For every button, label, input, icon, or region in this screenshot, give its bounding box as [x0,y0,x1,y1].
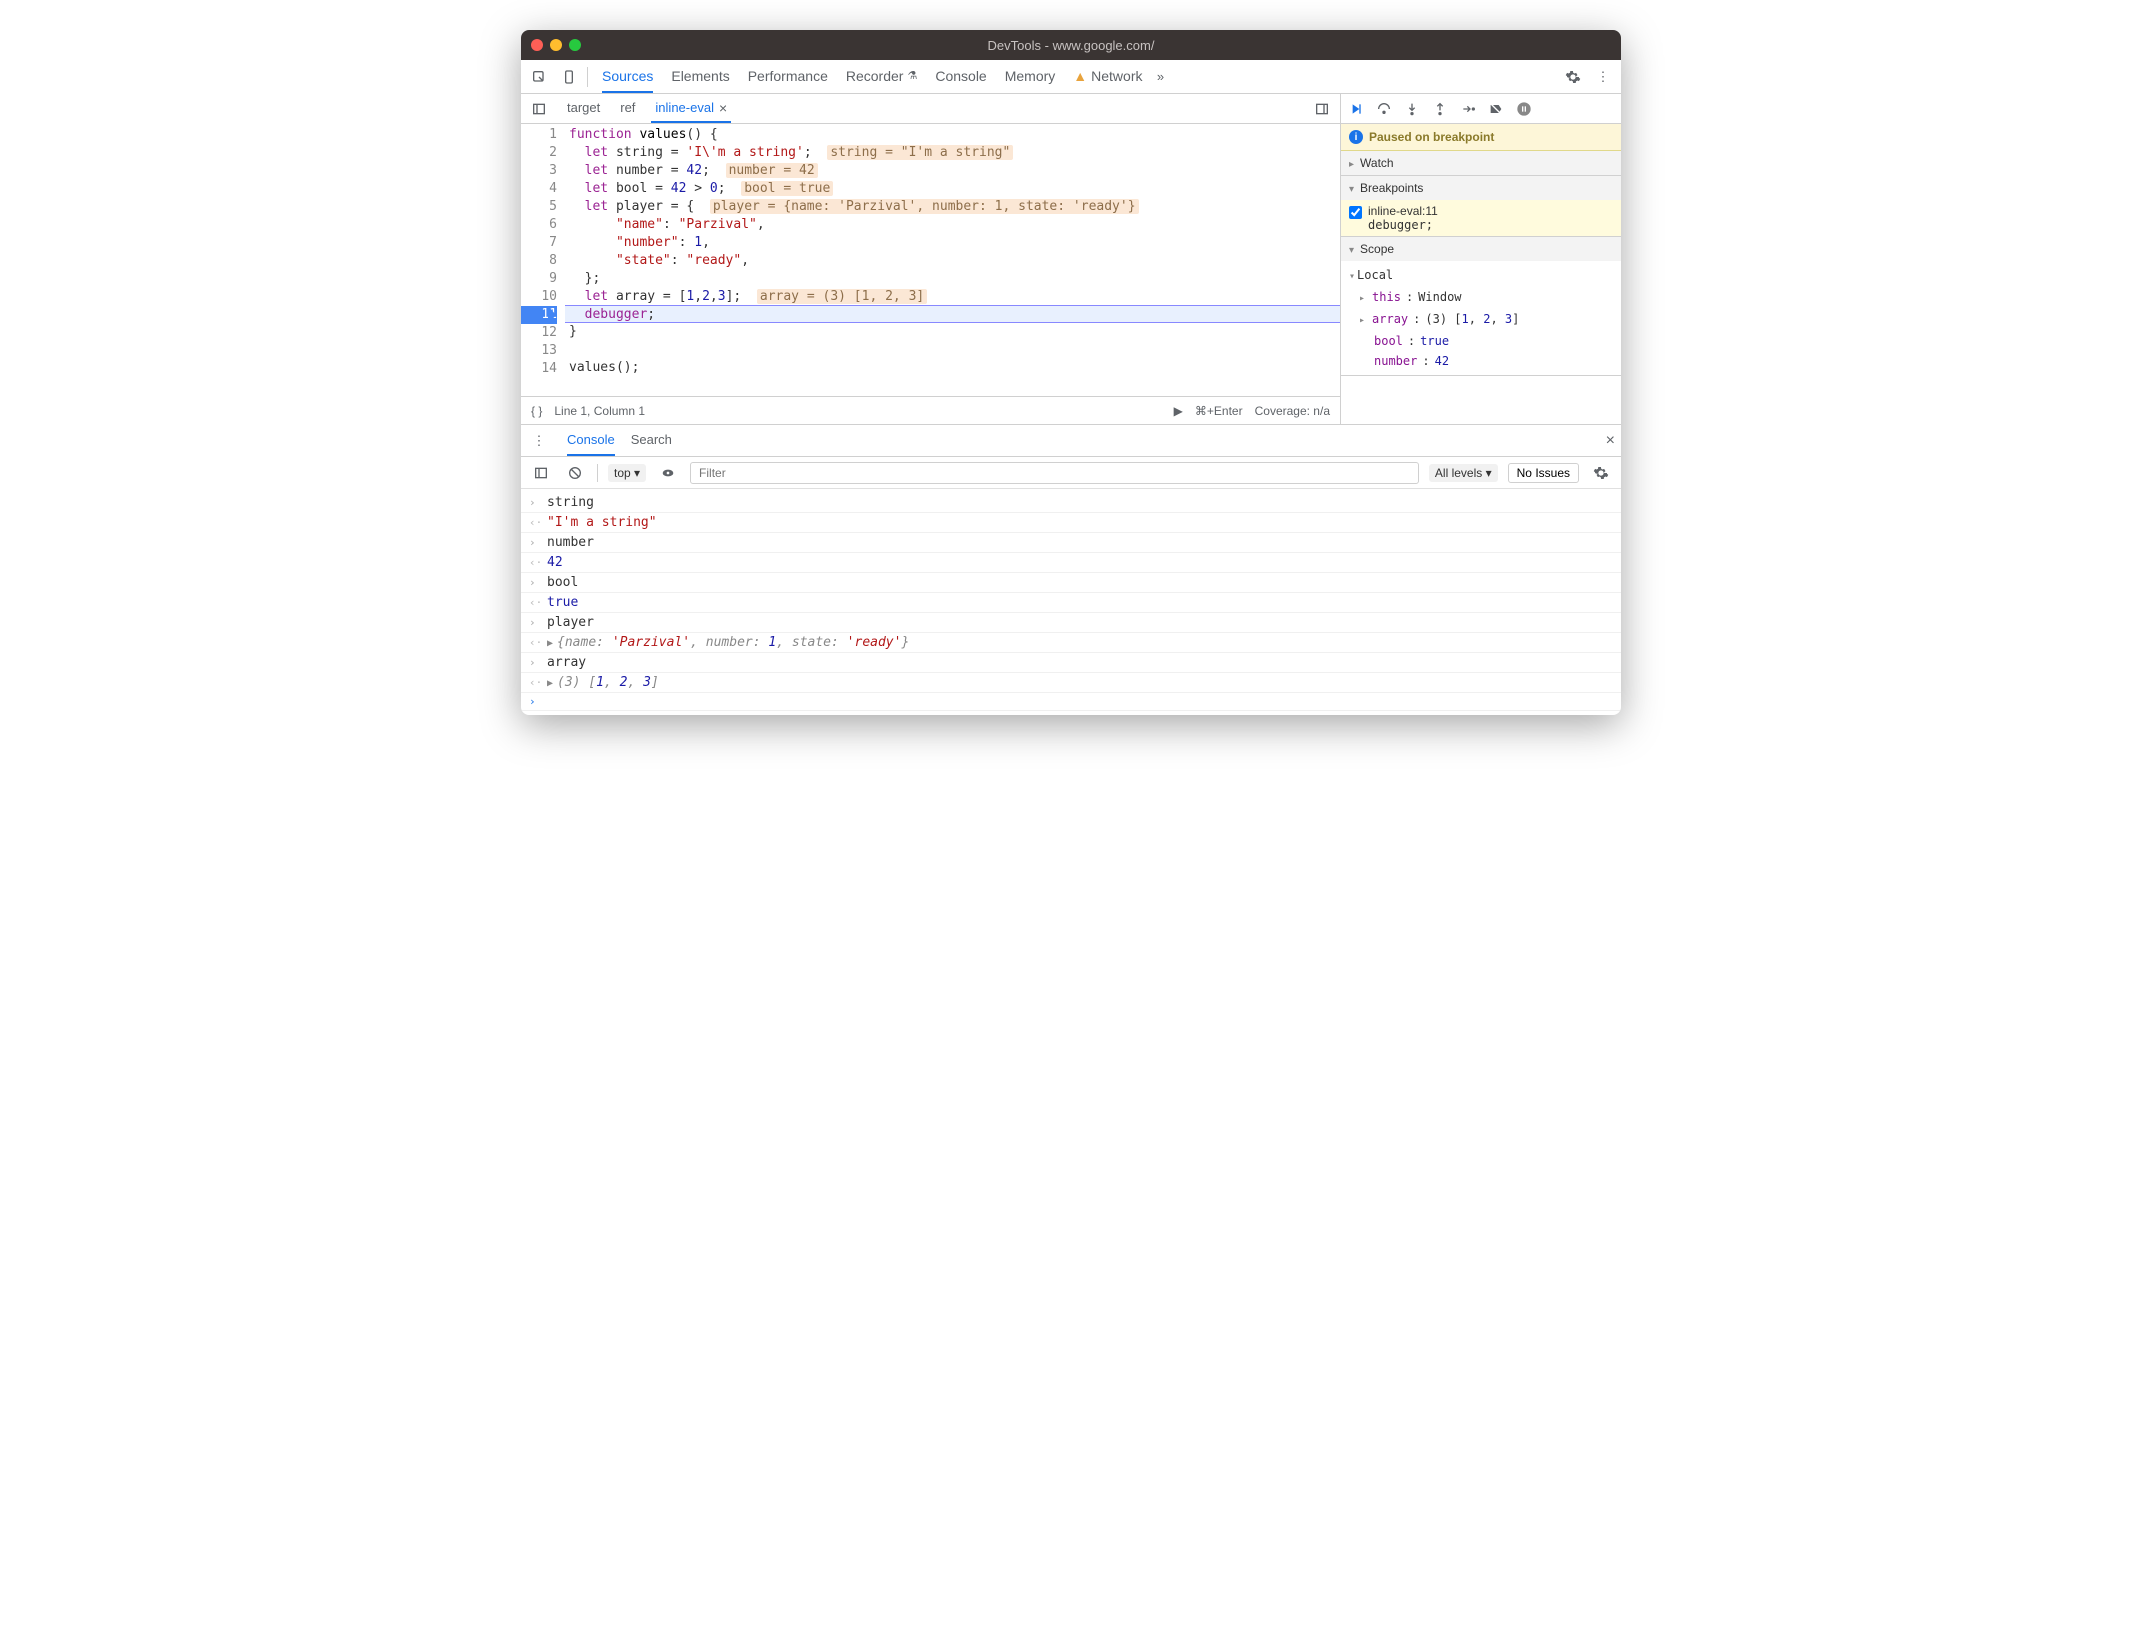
debugger-toolbar [1341,94,1621,124]
tab-network[interactable]: ▲Network [1073,60,1142,93]
tab-sources[interactable]: Sources [602,60,653,93]
context-selector[interactable]: top ▾ [608,464,646,482]
console-log[interactable]: ›string‹·"I'm a string"›number‹·42›bool‹… [521,489,1621,715]
editor-statusbar: { } Line 1, Column 1 ▶ ⌘+Enter Coverage:… [521,396,1340,424]
console-row: ‹·▶{name: 'Parzival', number: 1, state: … [521,633,1621,653]
run-shortcut-hint: ⌘+Enter [1195,404,1243,418]
close-window-button[interactable] [531,39,543,51]
scope-header[interactable]: Scope [1341,237,1621,261]
close-drawer-icon[interactable]: × [1606,432,1615,450]
console-toolbar: top ▾ All levels ▾ No Issues [521,457,1621,489]
debugger-sidebar: i Paused on breakpoint Watch Breakpoints… [1341,94,1621,424]
pretty-print-icon[interactable]: { } [531,404,542,418]
cursor-position: Line 1, Column 1 [554,404,645,418]
drawer-tab-console[interactable]: Console [567,425,615,456]
live-expression-icon[interactable] [656,461,680,485]
scope-variable[interactable]: number: 42 [1349,351,1613,371]
console-row: ‹·▶(3) [1, 2, 3] [521,673,1621,693]
inspect-icon[interactable] [527,65,551,89]
settings-icon[interactable] [1561,65,1585,89]
issues-button[interactable]: No Issues [1508,463,1579,483]
drawer-menu-icon[interactable]: ⋮ [527,429,551,453]
more-menu-icon[interactable]: ⋮ [1591,65,1615,89]
breakpoint-item[interactable]: inline-eval:11debugger; [1341,200,1621,236]
console-row: ‹·42 [521,553,1621,573]
console-row: ›array [521,653,1621,673]
deactivate-breakpoints-icon[interactable] [1487,100,1505,118]
device-toggle-icon[interactable] [557,65,581,89]
run-icon[interactable]: ▶ [1174,404,1183,418]
code-editor[interactable]: 1234567891011121314 function values() { … [521,124,1340,396]
info-icon: i [1349,130,1363,144]
tab-recorder[interactable]: Recorder ⚗ [846,60,917,93]
watch-section: Watch [1341,151,1621,176]
window-title: DevTools - www.google.com/ [988,38,1155,53]
tab-console[interactable]: Console [935,60,986,93]
zoom-window-button[interactable] [569,39,581,51]
pause-icon[interactable] [1515,100,1533,118]
close-tab-icon[interactable]: × [719,100,727,116]
breakpoints-header[interactable]: Breakpoints [1341,176,1621,200]
console-settings-icon[interactable] [1589,461,1613,485]
file-tab-ref[interactable]: ref [616,94,639,123]
drawer-tab-search[interactable]: Search [631,425,672,456]
navigator-toggle-icon[interactable] [527,97,551,121]
file-tab-inline-eval[interactable]: inline-eval × [651,94,731,123]
file-tab-target[interactable]: target [563,94,604,123]
paused-banner: i Paused on breakpoint [1341,124,1621,151]
console-row: ›string [521,493,1621,513]
minimize-window-button[interactable] [550,39,562,51]
devtools-window: DevTools - www.google.com/ Sources Elemen… [521,30,1621,715]
console-row: ‹·"I'm a string" [521,513,1621,533]
step-into-icon[interactable] [1403,100,1421,118]
console-row: ›player [521,613,1621,633]
log-levels-selector[interactable]: All levels ▾ [1429,464,1498,482]
scope-variable[interactable]: this: Window [1349,287,1613,309]
titlebar: DevTools - www.google.com/ [521,30,1621,60]
console-row: ‹·true [521,593,1621,613]
coverage-label[interactable]: Coverage: n/a [1255,404,1330,418]
more-tabs-icon[interactable]: » [1149,65,1173,89]
breakpoint-checkbox[interactable] [1349,206,1362,219]
step-out-icon[interactable] [1431,100,1449,118]
scope-group[interactable]: Local [1349,265,1613,287]
resume-icon[interactable] [1347,100,1365,118]
watch-header[interactable]: Watch [1341,151,1621,175]
main-area: target ref inline-eval × 12345678910111213… [521,94,1621,424]
scope-section: Scope Localthis: Windowarray: (3) [1, 2,… [1341,237,1621,376]
console-filter-input[interactable] [690,462,1419,484]
step-over-icon[interactable] [1375,100,1393,118]
breakpoints-section: Breakpoints inline-eval:11debugger; [1341,176,1621,237]
tab-performance[interactable]: Performance [748,60,828,93]
tab-elements[interactable]: Elements [671,60,729,93]
scope-variable[interactable]: bool: true [1349,331,1613,351]
console-row: › [521,693,1621,711]
console-sidebar-toggle-icon[interactable] [529,461,553,485]
drawer: ⋮ Console Search × top ▾ All levels ▾ No … [521,424,1621,715]
panel-tabs: Sources Elements Performance Recorder ⚗ Cons… [602,60,1143,93]
console-row: ›bool [521,573,1621,593]
paused-message: Paused on breakpoint [1369,130,1494,144]
file-tabs: target ref inline-eval × [521,94,1340,124]
step-icon[interactable] [1459,100,1477,118]
drawer-tabs: ⋮ Console Search × [521,425,1621,457]
console-row: ›number [521,533,1621,553]
scope-variable[interactable]: array: (3) [1, 2, 3] [1349,309,1613,331]
clear-console-icon[interactable] [563,461,587,485]
main-toolbar: Sources Elements Performance Recorder ⚗ Cons… [521,60,1621,94]
editor-panel: target ref inline-eval × 12345678910111213… [521,94,1341,424]
window-controls [531,39,581,51]
tab-memory[interactable]: Memory [1005,60,1056,93]
run-snippet-icon[interactable] [1310,97,1334,121]
